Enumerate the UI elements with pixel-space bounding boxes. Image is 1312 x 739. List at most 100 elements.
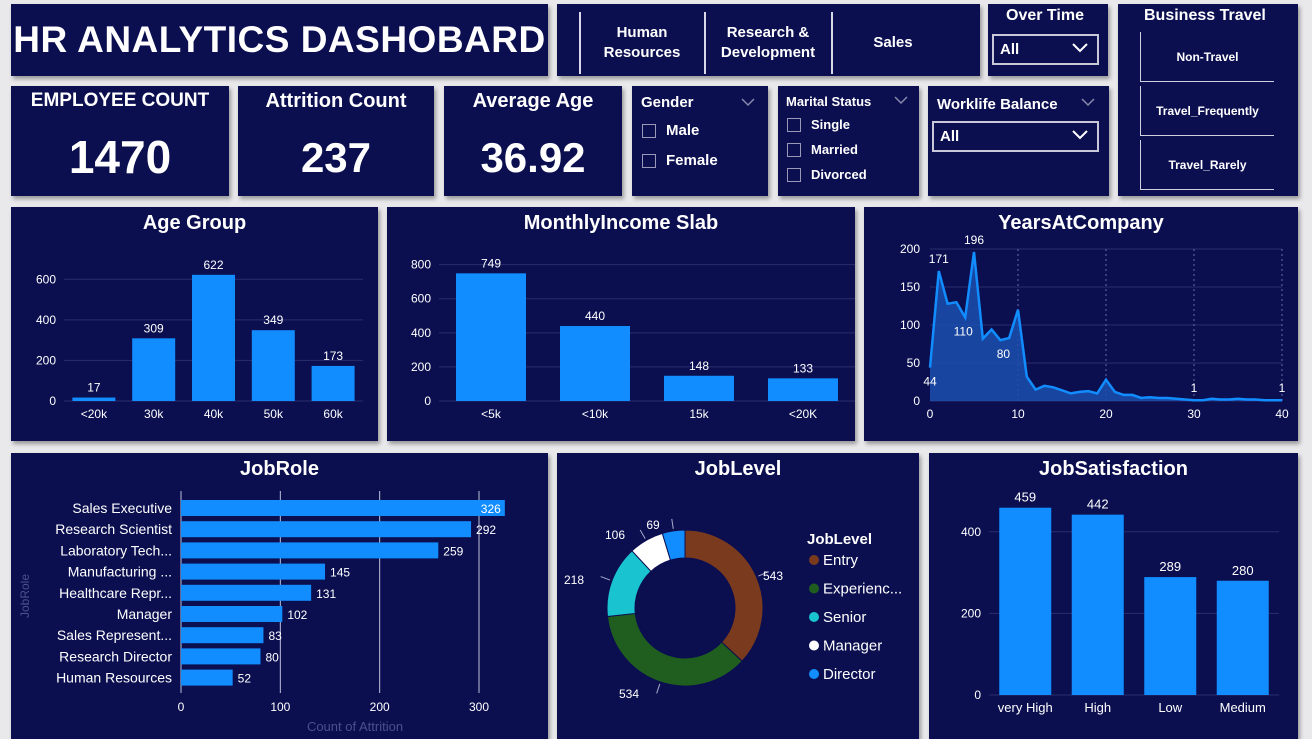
business-travel-rarely[interactable]: Travel_Rarely — [1140, 140, 1274, 190]
checkbox[interactable] — [787, 117, 801, 132]
bar — [181, 563, 326, 580]
marital-option-single[interactable]: Single — [787, 117, 850, 132]
y-tick-label: 0 — [974, 688, 981, 702]
x-tick-label: 15k — [689, 407, 709, 421]
legend-label: Entry — [823, 552, 859, 569]
data-label: 102 — [287, 608, 307, 622]
job-role-chart: JobRole 0 100 200 300 Count of Attrition JobR… — [11, 453, 548, 739]
gender-option-male[interactable]: Male — [642, 122, 699, 139]
y-tick-label: 400 — [36, 313, 56, 327]
data-label: 80 — [265, 650, 279, 664]
department-human-resources[interactable]: Human Resources — [581, 12, 703, 74]
bar — [181, 584, 312, 601]
data-label: 289 — [1159, 559, 1181, 574]
x-tick-label: 100 — [270, 700, 290, 714]
business-travel-frequently[interactable]: Travel_Frequently — [1140, 86, 1274, 136]
x-tick-label: <20k — [81, 407, 108, 421]
legend-swatch — [809, 555, 819, 565]
business-travel-non-travel[interactable]: Non-Travel — [1140, 32, 1274, 82]
checkbox[interactable] — [642, 123, 656, 138]
leader-line — [600, 576, 611, 581]
marital-status-label: Marital Status — [786, 94, 872, 109]
y-tick-label: 200 — [961, 606, 981, 620]
job-level-chart: JobLevel 543 534 218 106 69 JobLevel Entry Expe… — [557, 453, 919, 739]
kpi-value: 1470 — [68, 131, 172, 183]
data-label: 280 — [1232, 563, 1254, 578]
data-label: 440 — [585, 309, 605, 323]
marital-option-divorced[interactable]: Divorced — [787, 167, 867, 182]
chevron-down-icon — [1072, 43, 1088, 53]
x-tick-label: 40k — [204, 407, 224, 421]
bar — [311, 365, 355, 401]
age-group-chart: Age Group 0 200 400 600 17 <20k 309 30k 622 40k 34… — [11, 207, 378, 441]
x-tick-label: <10k — [582, 407, 609, 421]
slice — [684, 529, 764, 662]
bar — [181, 500, 505, 516]
bar — [181, 627, 264, 644]
checkbox[interactable] — [787, 142, 801, 157]
legend-swatch — [809, 640, 819, 651]
worklife-balance-label: Worklife Balance — [937, 96, 1058, 113]
bar — [1071, 514, 1124, 695]
marital-option-married[interactable]: Married — [787, 142, 858, 157]
chevron-down-icon[interactable] — [740, 96, 756, 108]
worklife-balance-dropdown[interactable]: All — [932, 121, 1099, 152]
option-label: Divorced — [811, 167, 867, 182]
data-label: 173 — [323, 349, 343, 363]
option-label: Married — [811, 142, 858, 157]
legend-label: Senior — [823, 609, 866, 626]
data-label: 83 — [268, 629, 282, 643]
x-tick-label: very High — [998, 700, 1053, 715]
y-tick-label: 200 — [36, 353, 56, 367]
data-label: 622 — [203, 258, 223, 272]
x-tick-label: 200 — [370, 700, 390, 714]
y-tick-label: 400 — [411, 326, 431, 340]
kpi-label: EMPLOYEE COUNT — [30, 90, 210, 111]
y-tick-label: Human Resources — [56, 670, 172, 686]
over-time-dropdown[interactable]: All — [992, 34, 1099, 65]
data-label: 218 — [564, 573, 584, 587]
x-tick-label: 30k — [144, 407, 164, 421]
x-tick-label: 40 — [1275, 407, 1289, 421]
gender-option-female[interactable]: Female — [642, 152, 718, 169]
y-tick-label: 50 — [907, 356, 921, 370]
slice — [606, 612, 743, 687]
years-at-company-chart: YearsAtCompany 0 50 100 150 200 0 10 20 30 40 44 17… — [864, 207, 1298, 441]
checkbox[interactable] — [787, 167, 801, 182]
y-tick-label: Manufacturing ... — [68, 564, 172, 580]
kpi-label: Average Age — [472, 90, 594, 112]
data-label: 106 — [605, 528, 625, 542]
checkbox[interactable] — [642, 153, 656, 168]
chevron-down-icon[interactable] — [893, 94, 909, 106]
data-label: 52 — [238, 672, 252, 686]
data-label: 110 — [954, 324, 973, 338]
y-tick-label: 200 — [900, 242, 920, 256]
data-label: 749 — [481, 256, 501, 270]
bar — [181, 648, 261, 665]
y-axis-label: JobRole — [18, 574, 32, 618]
chevron-down-icon[interactable] — [1080, 96, 1096, 108]
y-tick-label: 0 — [913, 394, 920, 408]
bar — [664, 375, 734, 401]
legend-swatch — [809, 669, 819, 679]
y-tick-label: 0 — [49, 394, 56, 408]
data-label: 80 — [997, 347, 1011, 361]
job-level-plot: 543 534 218 106 69 JobLevel Entry Experienc... S… — [564, 518, 902, 701]
department-sales[interactable]: Sales — [833, 12, 953, 74]
bar — [251, 330, 295, 401]
y-tick-label: 200 — [411, 360, 431, 374]
legend-label: Director — [823, 666, 876, 683]
gender-slicer: Gender Male Female — [632, 86, 768, 196]
job-satisfaction-chart: JobSatisfaction 0 200 400 459 very High 442 Hi… — [929, 453, 1298, 739]
bar — [456, 273, 526, 401]
job-role-plot: 0 100 200 300 Count of Attrition JobRole Sales… — [18, 491, 505, 734]
y-tick-label: Research Scientist — [55, 521, 172, 537]
data-label: 349 — [263, 313, 283, 327]
data-label: 442 — [1087, 497, 1109, 512]
x-tick-label: High — [1084, 700, 1111, 715]
over-time-slicer: Over Time All — [988, 4, 1108, 76]
bar — [181, 542, 439, 559]
data-label: 131 — [316, 587, 336, 601]
y-tick-label: 0 — [424, 394, 431, 408]
department-research-development[interactable]: Research & Development — [706, 12, 830, 74]
